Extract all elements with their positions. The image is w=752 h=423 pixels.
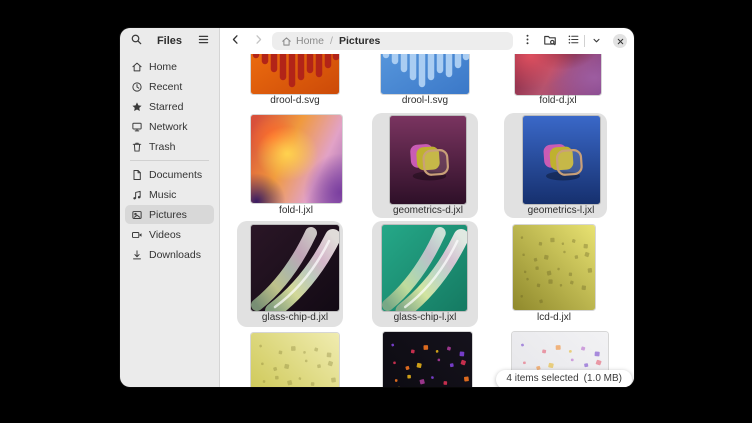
file-name: glass-chip-d.jxl — [230, 312, 360, 324]
sidebar-item-downloads[interactable]: Downloads — [125, 245, 214, 264]
sidebar-item-label: Videos — [149, 229, 181, 241]
chevron-left-icon — [229, 33, 242, 49]
view-split-divider — [584, 35, 585, 47]
view-options-dropdown[interactable] — [587, 32, 605, 50]
kebab-menu-icon — [521, 33, 534, 49]
sidebar-item-music[interactable]: Music — [125, 185, 214, 204]
file-thumbnail[interactable] — [251, 333, 339, 387]
file-name: lcd-d.jxl — [489, 312, 619, 324]
sidebar-item-label: Documents — [149, 169, 202, 181]
close-icon — [616, 34, 625, 49]
home-icon — [131, 61, 143, 73]
chevron-down-icon — [591, 34, 602, 49]
search-folder-button[interactable] — [541, 32, 559, 50]
pictures-icon — [131, 209, 143, 221]
sidebar-item-pictures[interactable]: Pictures — [125, 205, 214, 224]
sidebar-item-label: Network — [149, 121, 188, 133]
file-thumbnail-lcd-d.jxl[interactable] — [513, 225, 595, 310]
sidebar-item-label: Home — [149, 61, 177, 73]
sidebar-item-starred[interactable]: Starred — [125, 97, 214, 116]
documents-icon — [131, 169, 143, 181]
sidebar-item-recent[interactable]: Recent — [125, 77, 214, 96]
file-name: geometrics-l.jxl — [496, 205, 626, 217]
file-name: fold-d.jxl — [493, 95, 623, 107]
file-thumbnail-glass-chip-l.jxl[interactable] — [382, 225, 467, 311]
forward-button[interactable] — [249, 32, 267, 50]
file-name: drool-d.svg — [230, 95, 360, 107]
home-small-icon — [281, 36, 292, 47]
breadcrumb-root[interactable]: Home — [296, 35, 324, 47]
sidebar-header: Files — [120, 28, 219, 54]
file-name: drool-l.svg — [360, 95, 490, 107]
sidebar-item-home[interactable]: Home — [125, 57, 214, 76]
sidebar-item-documents[interactable]: Documents — [125, 165, 214, 184]
selection-count: 4 items selected — [506, 373, 578, 384]
list-view-icon — [567, 33, 580, 49]
sidebar-item-network[interactable]: Network — [125, 117, 214, 136]
sidebar-item-trash[interactable]: Trash — [125, 137, 214, 156]
file-name: glass-chip-l.jxl — [360, 312, 490, 324]
sidebar-item-label: Pictures — [149, 209, 187, 221]
file-thumbnail-fold-d.jxl[interactable] — [515, 54, 601, 95]
search-button[interactable] — [127, 32, 145, 50]
breadcrumb[interactable]: Home / Pictures — [272, 32, 513, 50]
back-button[interactable] — [226, 32, 244, 50]
view-switcher — [564, 32, 605, 50]
file-grid: drool-d.svgdrool-l.svgfold-d.jxl fold-l.j… — [220, 54, 634, 387]
sidebar-item-videos[interactable]: Videos — [125, 225, 214, 244]
file-thumbnail-geometrics-l.jxl[interactable] — [523, 116, 600, 204]
app-title: Files — [149, 35, 190, 47]
file-thumbnail-drool-d.svg[interactable] — [251, 54, 339, 94]
list-view-button[interactable] — [564, 32, 582, 50]
main-menu-button[interactable] — [194, 32, 212, 50]
sidebar-item-label: Recent — [149, 81, 182, 93]
breadcrumb-separator: / — [330, 35, 333, 47]
folder-search-icon — [543, 33, 557, 50]
recent-icon — [131, 81, 143, 93]
file-thumbnail-drool-l.svg[interactable] — [381, 54, 469, 94]
sidebar-nav: Home Recent Starred Network Trash Documents Mu… — [120, 54, 219, 265]
chevron-right-icon — [252, 33, 265, 49]
selection-status: 4 items selected (1.0 MB) — [496, 370, 632, 387]
sidebar-item-label: Trash — [149, 141, 175, 153]
file-name: fold-l.jxl — [231, 205, 361, 217]
close-window-button[interactable] — [613, 34, 627, 48]
network-icon — [131, 121, 143, 133]
search-icon — [130, 33, 143, 49]
music-icon — [131, 189, 143, 201]
starred-icon — [131, 101, 143, 113]
menu-button[interactable] — [518, 32, 536, 50]
sidebar-divider — [130, 160, 209, 161]
videos-icon — [131, 229, 143, 241]
files-window: Files Home Recent Starred Network Trash Docum… — [120, 28, 634, 387]
file-thumbnail[interactable] — [383, 332, 472, 387]
sidebar-item-label: Music — [149, 189, 176, 201]
hamburger-icon — [197, 33, 210, 49]
sidebar: Files Home Recent Starred Network Trash Docum… — [120, 28, 220, 387]
trash-icon — [131, 141, 143, 153]
main-pane: Home / Pictures — [220, 28, 634, 387]
file-thumbnail-glass-chip-d.jxl[interactable] — [251, 225, 339, 311]
downloads-icon — [131, 249, 143, 261]
breadcrumb-current[interactable]: Pictures — [339, 35, 380, 47]
file-thumbnail-fold-l.jxl[interactable] — [251, 115, 342, 203]
sidebar-item-label: Downloads — [149, 249, 201, 261]
sidebar-item-label: Starred — [149, 101, 183, 113]
selection-size: (1.0 MB) — [584, 373, 622, 384]
file-thumbnail-geometrics-d.jxl[interactable] — [390, 116, 466, 204]
file-name: geometrics-d.jxl — [363, 205, 493, 217]
desktop-background: Files Home Recent Starred Network Trash Docum… — [0, 0, 752, 423]
headerbar: Home / Pictures — [220, 28, 634, 54]
